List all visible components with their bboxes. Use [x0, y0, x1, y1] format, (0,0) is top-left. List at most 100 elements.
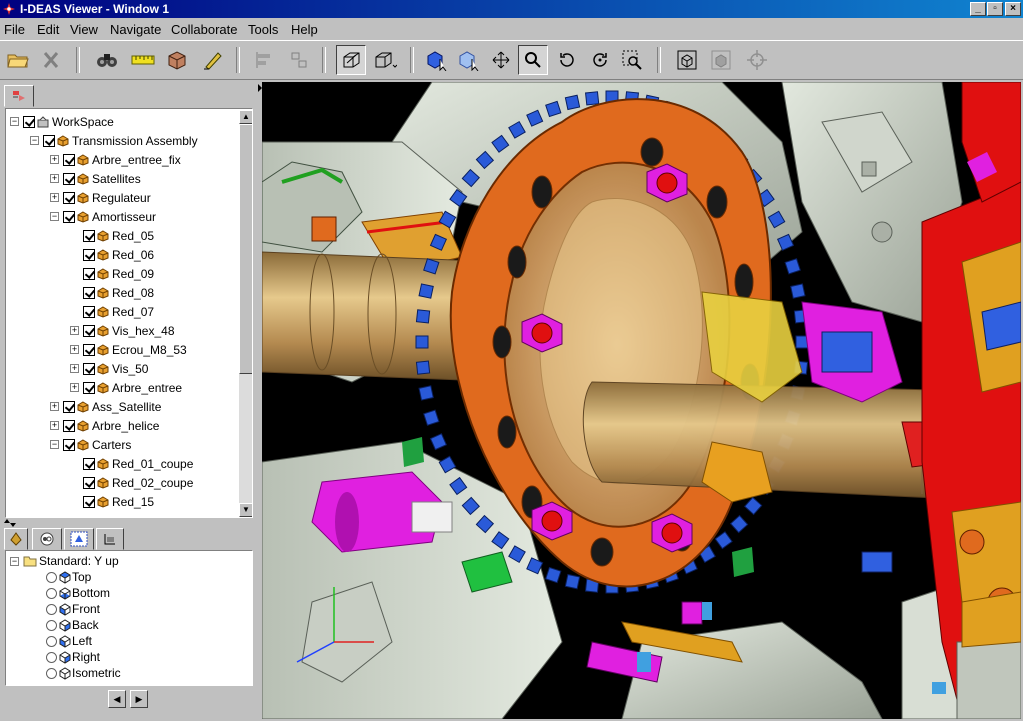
visibility-checkbox[interactable] [83, 286, 95, 299]
target-icon[interactable] [742, 45, 772, 75]
rotate-icon[interactable] [552, 45, 582, 75]
tree-row[interactable]: − Amortisseur [50, 207, 156, 226]
view-radio[interactable] [46, 651, 57, 663]
collapse-icon[interactable]: − [30, 136, 39, 145]
transmission-model-render[interactable] [262, 82, 1021, 719]
menu-edit[interactable]: Edit [37, 22, 59, 37]
visibility-checkbox[interactable] [23, 115, 35, 128]
view-radio[interactable] [46, 619, 57, 631]
tree-row[interactable]: − WorkSpace [10, 112, 114, 131]
visibility-checkbox[interactable] [63, 400, 75, 413]
tree-row[interactable]: Red_15 [70, 492, 154, 511]
expand-icon[interactable]: + [50, 402, 59, 411]
tree-row[interactable]: + Arbre_entree_fix [50, 150, 181, 169]
view-radio[interactable] [46, 667, 57, 679]
visibility-checkbox[interactable] [83, 457, 95, 470]
visibility-checkbox[interactable] [83, 324, 95, 337]
scroll-down-button[interactable]: ▼ [239, 503, 252, 517]
collapse-icon[interactable]: − [50, 212, 59, 221]
tab-views[interactable] [64, 528, 94, 550]
visibility-checkbox[interactable] [63, 419, 75, 432]
visibility-checkbox[interactable] [63, 153, 75, 166]
visibility-checkbox[interactable] [83, 305, 95, 318]
tab-cameras[interactable] [32, 528, 62, 550]
align-left-icon[interactable] [250, 45, 280, 75]
view-item-back[interactable]: Back [46, 617, 99, 633]
tree-row[interactable]: + Ecrou_M8_53 [70, 340, 187, 359]
tree-row[interactable]: Red_09 [70, 264, 154, 283]
view-radio[interactable] [46, 587, 57, 599]
visibility-checkbox[interactable] [83, 248, 95, 261]
tree-row[interactable]: + Ass_Satellite [50, 397, 161, 416]
expand-icon[interactable]: + [70, 326, 79, 335]
tree-scrollbar[interactable]: ▲ ▼ [239, 110, 252, 517]
visibility-checkbox[interactable] [63, 438, 75, 451]
collapse-icon[interactable]: − [50, 440, 59, 449]
visibility-checkbox[interactable] [83, 495, 95, 508]
tree-row[interactable]: + Regulateur [50, 188, 151, 207]
tree-row[interactable]: Red_02_coupe [70, 473, 193, 492]
visibility-checkbox[interactable] [83, 476, 95, 489]
open-folder-icon[interactable] [3, 45, 33, 75]
wireframe-icon[interactable] [672, 45, 702, 75]
view-radio[interactable] [46, 571, 57, 583]
binoculars-icon[interactable] [92, 45, 122, 75]
select-blue-icon[interactable] [422, 45, 452, 75]
expand-icon[interactable]: + [70, 383, 79, 392]
visibility-checkbox[interactable] [63, 210, 75, 223]
menu-view[interactable]: View [70, 22, 98, 37]
expand-icon[interactable]: + [70, 364, 79, 373]
expand-icon[interactable]: + [50, 174, 59, 183]
view-item-top[interactable]: Top [46, 569, 91, 585]
maximize-button[interactable]: ▫ [987, 2, 1003, 16]
view-item-bottom[interactable]: Bottom [46, 585, 110, 601]
view-item-left[interactable]: Left [46, 633, 92, 649]
view-item-isometric[interactable]: Isometric [46, 665, 121, 681]
tree-row[interactable]: + Arbre_entree [70, 378, 182, 397]
menu-tools[interactable]: Tools [248, 22, 278, 37]
scroll-up-button[interactable]: ▲ [239, 110, 252, 124]
view-radio[interactable] [46, 635, 57, 647]
tree-row[interactable]: − Transmission Assembly [30, 131, 198, 150]
cube-box-icon[interactable] [162, 45, 192, 75]
expand-icon[interactable]: + [50, 421, 59, 430]
visibility-checkbox[interactable] [63, 172, 75, 185]
scroll-right-button[interactable]: ▶ [130, 690, 148, 708]
shaded-icon[interactable] [706, 45, 736, 75]
expand-icon[interactable]: + [70, 345, 79, 354]
delete-icon[interactable] [36, 45, 66, 75]
tab-assembly-tree[interactable] [4, 85, 34, 107]
perspective-view-icon[interactable] [336, 45, 366, 75]
pan-icon[interactable] [486, 45, 516, 75]
collapse-icon[interactable]: − [10, 556, 19, 566]
view-item-right[interactable]: Right [46, 649, 100, 665]
visibility-checkbox[interactable] [83, 362, 95, 375]
align-right-icon[interactable] [284, 45, 314, 75]
menu-help[interactable]: Help [291, 22, 318, 37]
tree-row[interactable]: + Arbre_helice [50, 416, 159, 435]
scroll-left-button[interactable]: ◀ [108, 690, 126, 708]
views-root[interactable]: − Standard: Y up [10, 553, 119, 569]
expand-icon[interactable]: + [50, 193, 59, 202]
visibility-checkbox[interactable] [43, 134, 55, 147]
scroll-thumb[interactable] [239, 124, 252, 374]
rotate-z-icon[interactable] [585, 45, 615, 75]
minimize-button[interactable]: _ [970, 2, 986, 16]
tree-row[interactable]: Red_06 [70, 245, 154, 264]
tab-light[interactable] [4, 528, 28, 550]
menu-file[interactable]: File [4, 22, 25, 37]
zoom-icon[interactable] [518, 45, 548, 75]
tree-row[interactable]: Red_01_coupe [70, 454, 193, 473]
visibility-checkbox[interactable] [83, 343, 95, 356]
view-item-front[interactable]: Front [46, 601, 100, 617]
ruler-icon[interactable] [128, 45, 158, 75]
menu-navigate[interactable]: Navigate [110, 22, 161, 37]
3d-viewport[interactable] [262, 82, 1021, 719]
tree-row[interactable]: + Vis_50 [70, 359, 148, 378]
close-button[interactable]: × [1005, 2, 1021, 16]
expand-icon[interactable]: + [50, 155, 59, 164]
tree-row[interactable]: Red_08 [70, 283, 154, 302]
visibility-checkbox[interactable] [83, 381, 95, 394]
visibility-checkbox[interactable] [63, 191, 75, 204]
visibility-checkbox[interactable] [83, 229, 95, 242]
